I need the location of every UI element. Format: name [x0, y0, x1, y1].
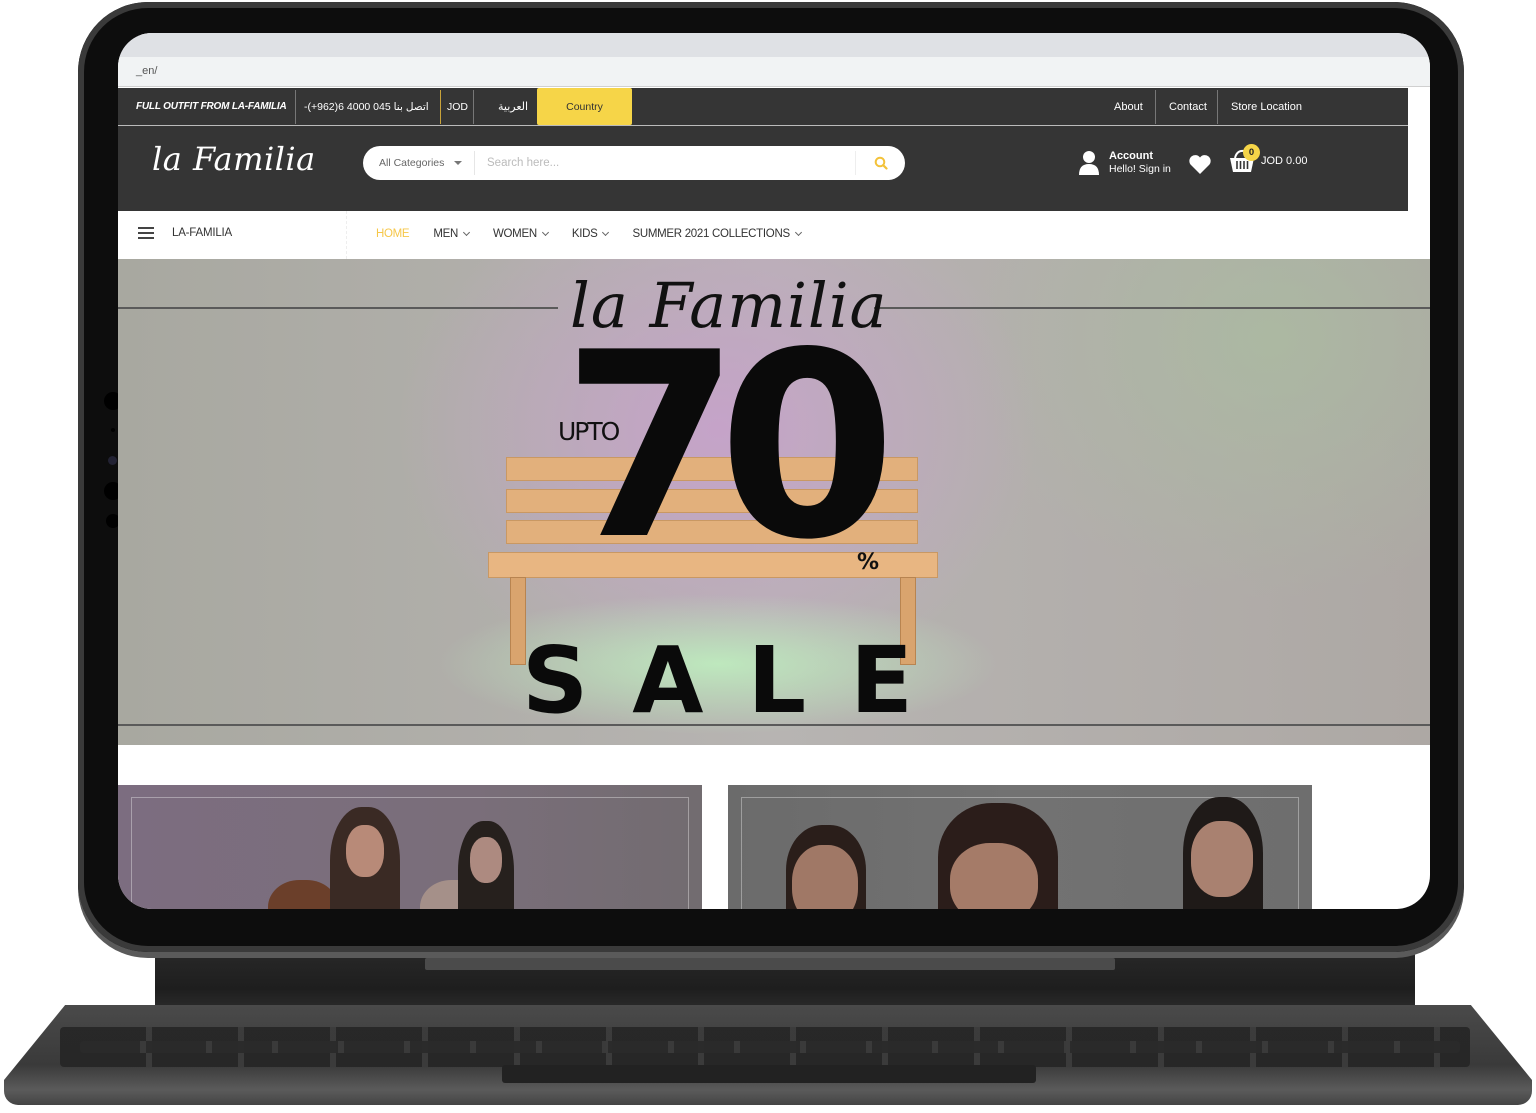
decorative-rule [118, 307, 558, 309]
account-subtitle: Hello! Sign in [1109, 163, 1171, 175]
nav-item-label: WOMEN [492, 228, 537, 240]
nav-menu: HOME MEN WOMEN KIDS SUMMER 2021 COLLECTI… [376, 228, 802, 240]
caret-down-icon [454, 161, 463, 165]
address-bar[interactable]: _en/ [118, 57, 1430, 87]
search-bar: All Categories [363, 146, 905, 180]
browser-tab-strip [118, 33, 1430, 57]
cart-count-badge: 0 [1243, 144, 1260, 161]
nav-item-label: MEN [433, 228, 458, 240]
divider [440, 90, 441, 124]
decorative-rule [874, 307, 1430, 309]
model-face [346, 825, 384, 877]
currency-selector[interactable]: JOD [447, 88, 468, 125]
site-logo[interactable]: la Familia [152, 140, 316, 178]
sale-label: SALE [522, 627, 957, 734]
hamburger-menu-icon[interactable] [138, 227, 154, 239]
card-frame [131, 797, 689, 909]
search-button[interactable] [855, 151, 905, 175]
country-button[interactable]: Country [537, 88, 632, 125]
model-face [950, 843, 1038, 909]
model-face [792, 845, 858, 909]
nav-item-kids[interactable]: KIDS [571, 228, 610, 240]
nav-brand[interactable]: LA-FAMILIA [172, 227, 232, 239]
address-text: _en/ [136, 65, 158, 77]
category-card-men[interactable] [728, 785, 1312, 909]
phone-link[interactable]: -(+962)6 4000 045 اتصل بنا [304, 88, 429, 125]
divider [346, 211, 347, 259]
promo-text: FULL OUTFIT FROM LA-FAMILIA [136, 101, 287, 112]
nav-item-label: KIDS [571, 228, 598, 240]
trackpad [502, 1065, 1036, 1083]
category-select-label: All Categories [379, 157, 445, 169]
category-select[interactable]: All Categories [363, 151, 475, 175]
hero-sale-banner[interactable]: la Familia 70 UPTO % SALE [118, 259, 1430, 745]
divider [295, 90, 296, 124]
user-icon [1079, 151, 1099, 175]
store-location-link[interactable]: Store Location [1231, 88, 1302, 125]
keyboard-keys-row [80, 1041, 1460, 1053]
cart-button[interactable]: 0 JOD 0.00 [1228, 144, 1308, 174]
divider [1217, 90, 1218, 124]
nav-item-summer-collections[interactable]: SUMMER 2021 COLLECTIONS [632, 228, 802, 240]
wishlist-button[interactable] [1188, 154, 1212, 180]
main-nav: LA-FAMILIA HOME MEN WOMEN KIDS SUMMER 20… [118, 211, 1430, 259]
nav-item-home[interactable]: HOME [376, 228, 410, 240]
divider [473, 90, 474, 124]
language-link-arabic[interactable]: العربية [498, 88, 528, 125]
heart-icon [1189, 155, 1211, 174]
account-title: Account [1109, 150, 1153, 162]
top-bar: FULL OUTFIT FROM LA-FAMILIA -(+962)6 400… [118, 88, 1408, 126]
decorative-rule [118, 724, 1430, 726]
about-link[interactable]: About [1114, 88, 1143, 125]
chevron-down-icon [794, 228, 802, 237]
percent-sign: % [857, 550, 880, 575]
chevron-down-icon [462, 228, 471, 237]
search-icon [874, 156, 888, 170]
upto-label: UPTO [558, 417, 620, 446]
account-link[interactable]: Account Hello! Sign in [1078, 150, 1171, 176]
hinge-bar [425, 958, 1115, 970]
chevron-down-icon [541, 228, 549, 237]
search-input[interactable] [475, 157, 855, 169]
site-header: la Familia All Categories Account He [118, 126, 1408, 211]
divider [1155, 90, 1156, 124]
chevron-down-icon [602, 228, 610, 237]
nav-item-label: HOME [376, 228, 410, 240]
model-face [470, 837, 502, 883]
category-card-women[interactable] [118, 785, 702, 909]
nav-item-label: SUMMER 2021 COLLECTIONS [632, 228, 790, 240]
discount-number: 70 [562, 298, 896, 596]
cart-total: JOD 0.00 [1261, 155, 1308, 167]
nav-item-women[interactable]: WOMEN [492, 228, 549, 240]
model-face [1191, 821, 1253, 897]
contact-link[interactable]: Contact [1169, 88, 1207, 125]
tablet-screen: _en/ FULL OUTFIT FROM LA-FAMILIA -(+962)… [118, 33, 1430, 909]
nav-item-men[interactable]: MEN [433, 228, 471, 240]
